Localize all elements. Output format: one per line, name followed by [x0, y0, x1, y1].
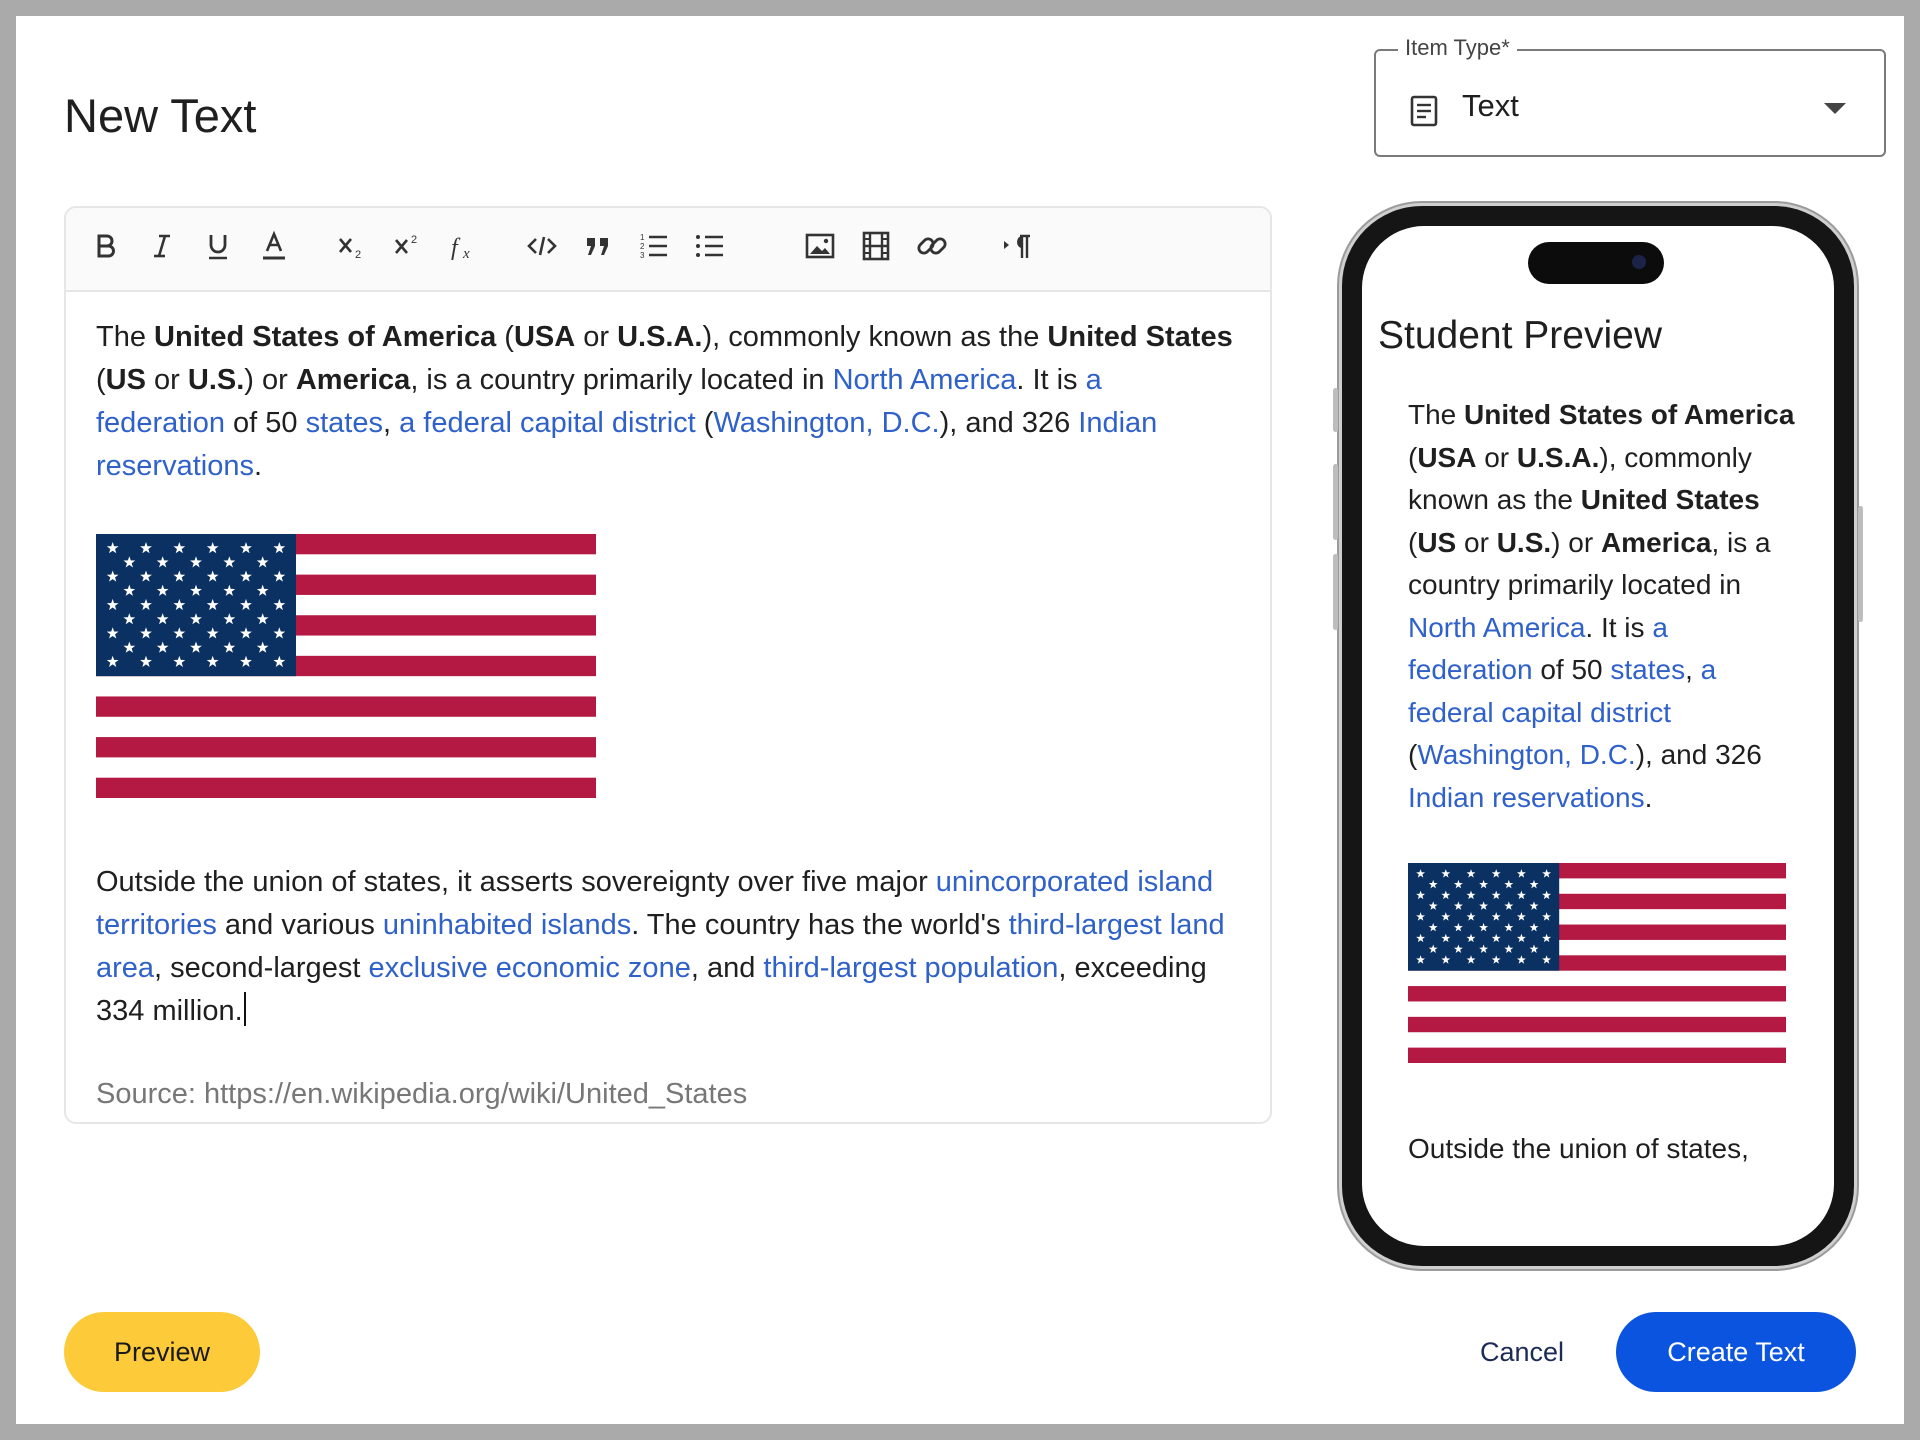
phone-side-button [1333, 554, 1338, 630]
svg-text:3: 3 [640, 251, 645, 260]
page-title: New Text [64, 89, 257, 142]
link-icon [916, 230, 948, 267]
link-north-america[interactable]: North America [833, 364, 1017, 396]
cancel-button[interactable]: Cancel [1462, 1312, 1582, 1392]
phone-screen[interactable]: Student Preview The United States of Ame… [1362, 226, 1834, 1246]
editor-content[interactable]: The United States of America (USA or U.S… [96, 316, 1236, 1116]
formula-icon: fx [448, 230, 480, 267]
svg-text:2: 2 [411, 234, 417, 246]
quote-icon [582, 230, 614, 267]
preview-title: Student Preview [1378, 314, 1662, 357]
bullet-list-icon [694, 230, 726, 267]
paragraph-intro: The United States of America (USA or U.S… [96, 321, 1233, 482]
rich-text-editor: 2 2 fx 123 The United States of America … [64, 206, 1272, 1124]
insert-image-button[interactable] [798, 226, 842, 270]
item-type-label: Item Type* [1398, 35, 1517, 61]
blockquote-button[interactable] [576, 226, 620, 270]
subscript-icon: 2 [336, 230, 368, 267]
text-color-button[interactable] [252, 226, 296, 270]
preview-link-indian-reservations[interactable]: Indian reservations [1408, 782, 1645, 813]
preview-paragraph-intro: The United States of America (USA or U.S… [1408, 399, 1795, 813]
link-exclusive-economic-zone[interactable]: exclusive economic zone [368, 952, 690, 984]
preview-button[interactable]: Preview [64, 1312, 260, 1392]
subscript-button[interactable]: 2 [330, 226, 374, 270]
source-line: Source: https://en.wikipedia.org/wiki/Un… [96, 1078, 748, 1110]
svg-text:x: x [462, 246, 470, 262]
text-cursor [243, 992, 246, 1026]
paragraph-territory: Outside the union of states, it asserts … [96, 866, 1225, 1027]
formula-button[interactable]: fx [442, 226, 486, 270]
link-states[interactable]: states [306, 407, 383, 439]
underline-button[interactable] [196, 226, 240, 270]
preview-link-states[interactable]: states [1610, 654, 1685, 685]
create-text-button[interactable]: Create Text [1616, 1312, 1856, 1392]
bold-icon [90, 230, 122, 267]
item-type-select[interactable]: Item Type* Text [1374, 35, 1886, 157]
underline-icon [202, 230, 234, 267]
item-type-value: Text [1462, 88, 1519, 123]
preview-paragraph-territory: Outside the union of states, [1408, 1132, 1749, 1164]
preview-link-washington-dc[interactable]: Washington, D.C. [1417, 739, 1635, 770]
preview-link-north-america[interactable]: North America [1408, 612, 1585, 643]
code-block-button[interactable] [520, 226, 564, 270]
camera-icon [1632, 255, 1646, 269]
link-third-largest-population[interactable]: third-largest population [763, 952, 1058, 984]
italic-button[interactable] [140, 226, 184, 270]
superscript-button[interactable]: 2 [386, 226, 430, 270]
italic-icon [146, 230, 178, 267]
editor-toolbar: 2 2 fx 123 [66, 208, 1270, 292]
phone-side-button [1333, 464, 1338, 540]
svg-text:1: 1 [640, 233, 645, 242]
text-direction-button[interactable] [996, 226, 1040, 270]
phone-side-button [1858, 506, 1863, 622]
svg-text:2: 2 [355, 249, 361, 261]
text-color-icon [258, 230, 290, 267]
chevron-down-icon [1824, 103, 1846, 114]
superscript-icon: 2 [392, 230, 424, 267]
pilcrow-icon [1002, 230, 1034, 267]
ordered-list-icon: 123 [638, 230, 670, 267]
code-icon [526, 230, 558, 267]
insert-link-button[interactable] [910, 226, 954, 270]
insert-video-button[interactable] [854, 226, 898, 270]
dynamic-island [1528, 242, 1664, 284]
image-icon [804, 230, 836, 267]
preview-content: The United States of America (USA or U.S… [1408, 394, 1798, 1170]
document-lines-icon [1410, 95, 1438, 127]
ordered-list-button[interactable]: 123 [632, 226, 676, 270]
link-uninhabited-islands[interactable]: uninhabited islands [383, 909, 631, 941]
bullet-list-button[interactable] [688, 226, 732, 270]
film-icon [860, 230, 892, 267]
preview-us-flag-image [1408, 863, 1798, 1076]
new-text-dialog: New Text Item Type* Text 2 2 f x 1 2 3 T… [16, 16, 1904, 1424]
phone-side-button [1333, 388, 1338, 432]
student-preview-phone: Student Preview The United States of Ame… [1333, 206, 1863, 1266]
link-washington-dc[interactable]: Washington, D.C. [713, 407, 939, 439]
link-federal-capital-district[interactable]: a federal capital district [399, 407, 696, 439]
bold-button[interactable] [84, 226, 128, 270]
svg-text:f: f [451, 235, 461, 261]
us-flag-image[interactable] [96, 534, 1236, 811]
svg-text:2: 2 [640, 242, 645, 251]
